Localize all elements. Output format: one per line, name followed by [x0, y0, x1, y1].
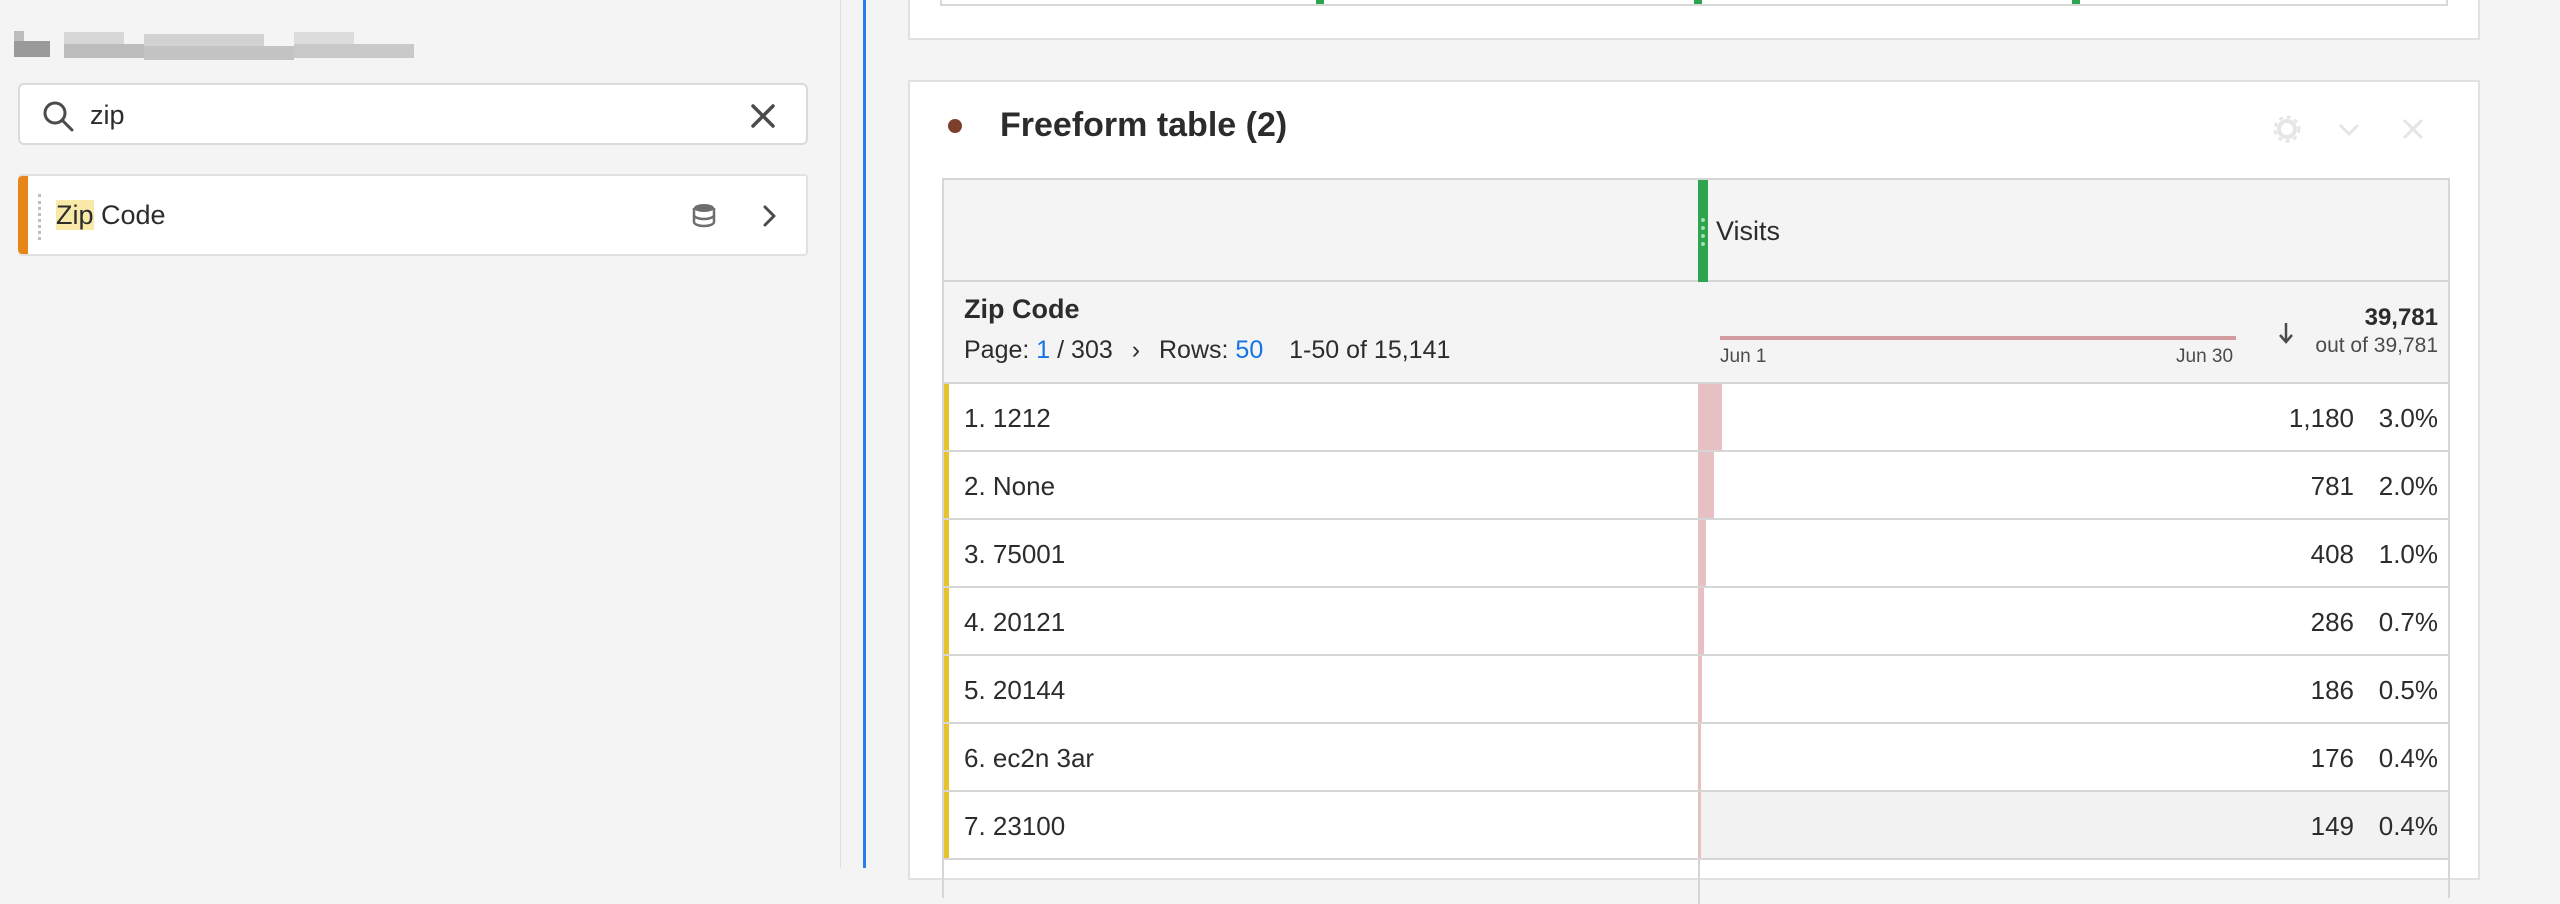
- rows-per-page-select[interactable]: 50: [1235, 336, 1263, 364]
- row-selection-bar: [944, 656, 949, 722]
- component-panel: Zip Code: [0, 0, 840, 868]
- metric-percent: 0.4%: [2378, 811, 2438, 841]
- percent-bar: [1698, 588, 1704, 654]
- metric-cell[interactable]: 408 1.0%: [1698, 520, 2448, 586]
- metric-header-row: Visits: [944, 180, 2448, 282]
- metric-value: 408: [2310, 539, 2354, 569]
- sparkline-start-label: Jun 1: [1720, 346, 1767, 367]
- metric-percent: 0.7%: [2378, 607, 2438, 637]
- dimension-color-bar: [18, 176, 28, 254]
- freeform-table: Visits Zip Code Page: 1 / 303 › Rows: 50…: [942, 178, 2450, 904]
- row-selection-bar: [944, 520, 949, 586]
- row-label[interactable]: 1. 1212: [964, 403, 1051, 434]
- dimension-header-row: Zip Code Page: 1 / 303 › Rows: 50 1-50 o…: [944, 282, 2448, 384]
- label-rest: Code: [93, 200, 166, 230]
- metric-value: 186: [2310, 675, 2354, 705]
- row-selection-bar: [944, 792, 949, 858]
- workspace: Freeform table (2) Visits Zip Code Page:: [866, 0, 2560, 904]
- metric-cell[interactable]: 149 0.4%: [1698, 792, 2448, 858]
- metric-total: 39,781: [2364, 304, 2438, 331]
- table-row[interactable]: 7. 23100 149 0.4%: [944, 792, 2448, 860]
- pagination: Page: 1 / 303 › Rows: 50 1-50 of 15,141: [964, 336, 1450, 365]
- row-label[interactable]: 5. 20144: [964, 675, 1065, 706]
- page-number-input[interactable]: 1: [1036, 336, 1050, 364]
- metric-percent: 3.0%: [2378, 403, 2438, 433]
- database-icon[interactable]: [690, 201, 718, 231]
- metric-percent: 0.4%: [2378, 743, 2438, 773]
- table-row[interactable]: 2. None 781 2.0%: [944, 452, 2448, 520]
- row-label[interactable]: 3. 75001: [964, 539, 1065, 570]
- row-label[interactable]: 2. None: [964, 471, 1055, 502]
- blurred-header: [14, 28, 414, 64]
- row-selection-bar: [944, 724, 949, 790]
- percent-bar: [1698, 384, 1722, 450]
- previous-table-edge: [940, 0, 2448, 6]
- sparkline-end-label: Jun 30: [2176, 346, 2234, 367]
- dimension-header-label[interactable]: Zip Code: [964, 294, 1080, 325]
- metric-value: 149: [2310, 811, 2354, 841]
- metric-percent: 0.5%: [2378, 675, 2438, 705]
- metric-value: 176: [2310, 743, 2354, 773]
- close-icon[interactable]: [2398, 114, 2428, 144]
- search-highlight: Zip: [56, 200, 94, 230]
- drag-handle-icon[interactable]: [38, 194, 42, 240]
- table-row[interactable]: 6. ec2n 3ar 176 0.4%: [944, 724, 2448, 792]
- panel-title[interactable]: Freeform table (2): [1000, 106, 1287, 145]
- table-row[interactable]: 4. 20121 286 0.7%: [944, 588, 2448, 656]
- metric-percent: 2.0%: [2378, 471, 2438, 501]
- column-marker: [2072, 0, 2080, 4]
- metric-cell[interactable]: 286 0.7%: [1698, 588, 2448, 654]
- metric-cell[interactable]: 176 0.4%: [1698, 724, 2448, 790]
- sort-descending-icon[interactable]: [2276, 320, 2296, 346]
- percent-bar: [1698, 724, 1702, 790]
- table-row[interactable]: 5. 20144 186 0.5%: [944, 656, 2448, 724]
- previous-panel-bottom: [908, 0, 2480, 40]
- panel-status-dot: [948, 119, 962, 133]
- metric-header-label[interactable]: Visits: [1716, 216, 1780, 247]
- row-range: 1-50 of 15,141: [1289, 336, 1451, 364]
- percent-bar: [1698, 792, 1702, 858]
- search-input[interactable]: [90, 93, 690, 137]
- chevron-down-icon[interactable]: [2334, 114, 2364, 144]
- page-total: / 303: [1057, 336, 1113, 364]
- table-row[interactable]: 3. 75001 408 1.0%: [944, 520, 2448, 588]
- percent-bar: [1698, 656, 1702, 722]
- row-label[interactable]: 7. 23100: [964, 811, 1065, 842]
- metric-cell[interactable]: 1,180 3.0%: [1698, 384, 2448, 450]
- clear-search-icon[interactable]: [748, 101, 778, 131]
- sparkline: [1720, 336, 2236, 340]
- metric-value: 286: [2310, 607, 2354, 637]
- metric-value: 781: [2310, 471, 2354, 501]
- row-selection-bar: [944, 384, 949, 450]
- freeform-panel: Freeform table (2) Visits Zip Code Page:: [908, 80, 2480, 904]
- gear-icon[interactable]: [2272, 114, 2302, 144]
- rows-label: Rows:: [1159, 336, 1229, 364]
- page-label: Page:: [964, 336, 1030, 364]
- table-row[interactable]: 1. 1212 1,180 3.0%: [944, 384, 2448, 452]
- metric-value: 1,180: [2288, 403, 2354, 433]
- chevron-right-icon[interactable]: [758, 201, 782, 231]
- row-selection-bar: [944, 452, 949, 518]
- percent-bar: [1698, 452, 1714, 518]
- column-marker: [1694, 0, 1702, 4]
- search-box[interactable]: [18, 83, 808, 145]
- metric-total-sub: out of 39,781: [2315, 334, 2438, 357]
- row-label[interactable]: 4. 20121: [964, 607, 1065, 638]
- metric-drag-handle[interactable]: [1698, 180, 1708, 282]
- metric-cell[interactable]: 186 0.5%: [1698, 656, 2448, 722]
- percent-bar: [1698, 520, 1706, 586]
- next-page-icon[interactable]: ›: [1132, 336, 1140, 364]
- list-item-label: Zip Code: [56, 200, 166, 231]
- metric-cell[interactable]: 781 2.0%: [1698, 452, 2448, 518]
- metric-percent: 1.0%: [2378, 539, 2438, 569]
- column-marker: [1316, 0, 1324, 4]
- row-label[interactable]: 6. ec2n 3ar: [964, 743, 1094, 774]
- search-icon: [43, 101, 74, 132]
- panel-divider[interactable]: [840, 0, 864, 868]
- list-item-zip-code[interactable]: Zip Code: [18, 174, 808, 256]
- row-selection-bar: [944, 588, 949, 654]
